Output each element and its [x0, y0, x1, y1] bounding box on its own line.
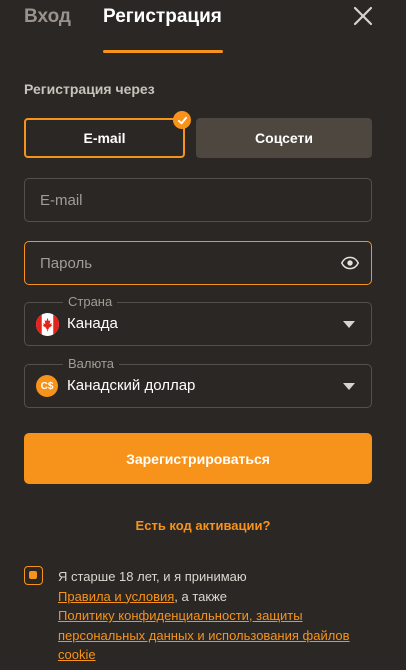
country-value: Канада [67, 315, 118, 332]
eye-icon[interactable] [341, 254, 359, 272]
agreement-text-part2: , а также [174, 588, 228, 604]
tab-login[interactable]: Вход [24, 6, 71, 28]
checkbox-checked-mark [29, 571, 37, 579]
country-label: Страна [63, 294, 118, 309]
email-field [24, 178, 372, 222]
close-icon [353, 6, 373, 26]
privacy-policy-link[interactable]: Политику конфиденциальности, защиты перс… [58, 608, 350, 662]
selected-check-badge [173, 111, 191, 129]
currency-select[interactable]: Валюта C$ Канадский доллар [24, 356, 372, 408]
email-input[interactable] [25, 179, 371, 221]
close-button[interactable] [352, 5, 374, 27]
check-icon [177, 116, 187, 124]
country-select[interactable]: Страна Канада [24, 294, 372, 346]
password-field [24, 241, 372, 285]
caret-down-icon [343, 383, 355, 390]
canada-flag-icon [36, 313, 59, 336]
auth-tabs: Вход Регистрация [0, 0, 406, 54]
caret-down-icon [343, 321, 355, 328]
register-button[interactable]: Зарегистрироваться [24, 433, 372, 484]
age-terms-checkbox[interactable] [24, 566, 43, 585]
active-tab-indicator [103, 50, 223, 53]
currency-value: Канадский доллар [67, 377, 196, 394]
terms-link[interactable]: Правила и условия [58, 589, 174, 604]
agreement-text-part1: Я старше 18 лет, и я принимаю [58, 569, 247, 584]
currency-label: Валюта [63, 356, 119, 371]
social-method-button[interactable]: Соцсети [196, 118, 372, 158]
email-method-button[interactable]: E-mail [24, 118, 185, 158]
registration-method-label: Регистрация через [24, 81, 155, 97]
agreement-text: Я старше 18 лет, и я принимаю Правила и … [58, 567, 378, 665]
activation-code-link[interactable]: Есть код активации? [0, 518, 406, 533]
currency-coin-icon: C$ [36, 375, 58, 397]
tab-register[interactable]: Регистрация [103, 6, 222, 28]
password-input[interactable] [25, 242, 371, 284]
